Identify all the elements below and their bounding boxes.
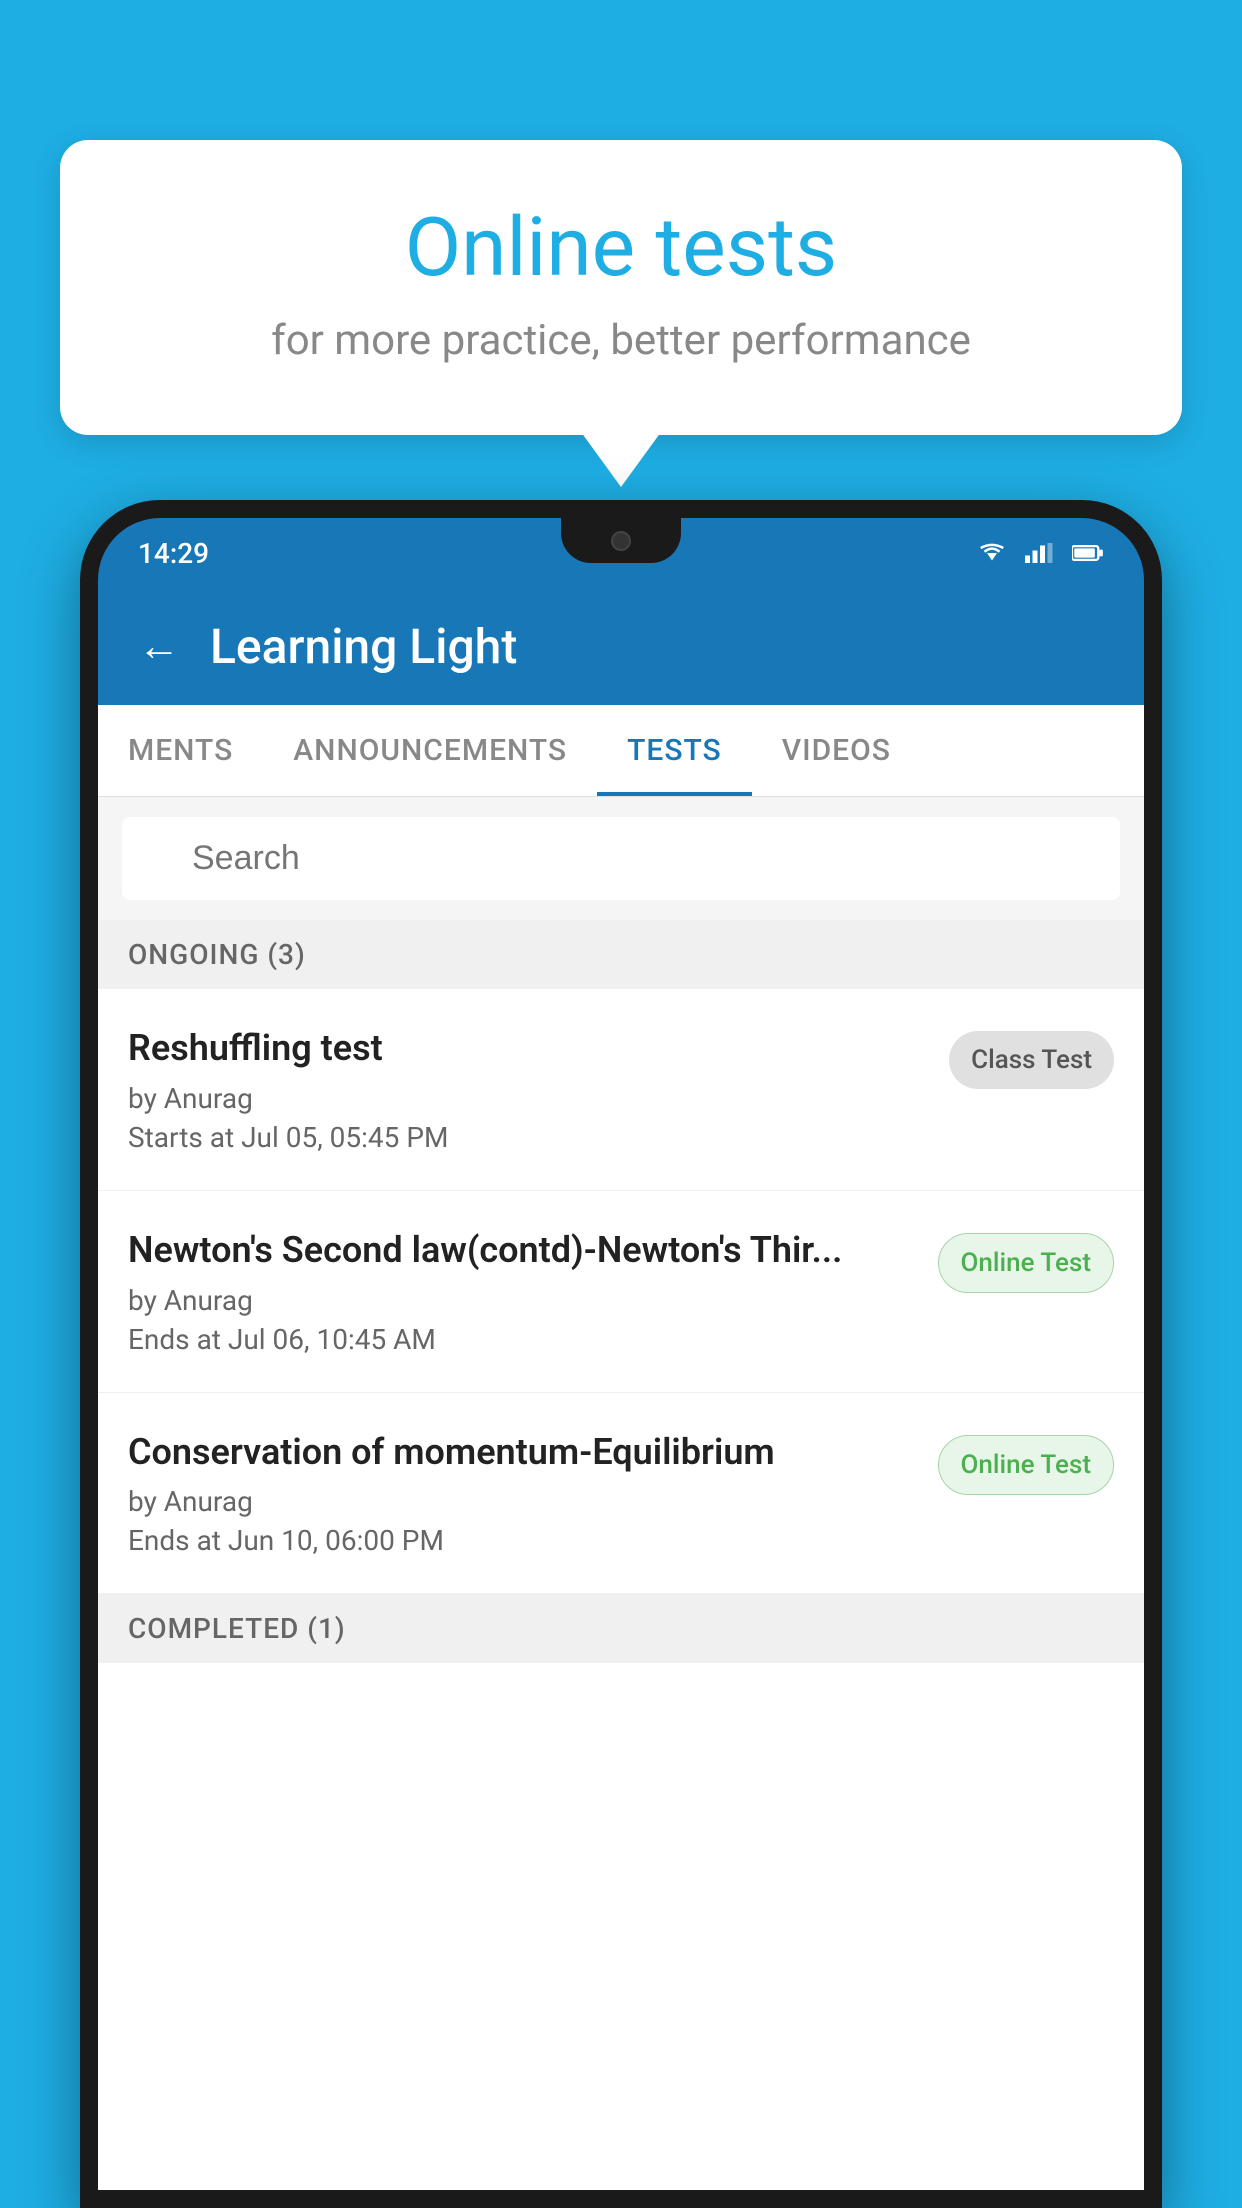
test-name: Reshuffling test [128,1025,929,1072]
signal-icon [1024,543,1056,563]
phone-frame: 14:29 ← [80,500,1162,2208]
promo-bubble: Online tests for more practice, better p… [60,140,1182,435]
phone-content: ← Learning Light MENTS ANNOUNCEMENTS TES… [98,588,1144,2190]
test-time: Ends at Jun 10, 06:00 PM [128,1524,918,1557]
status-icons [976,543,1104,563]
test-author: by Anurag [128,1082,929,1115]
test-name: Conservation of momentum-Equilibrium [128,1429,918,1476]
test-name: Newton's Second law(contd)-Newton's Thir… [128,1227,918,1274]
tab-ments[interactable]: MENTS [98,705,263,796]
search-wrapper: 🔍 [122,817,1120,900]
tab-announcements[interactable]: ANNOUNCEMENTS [263,705,597,796]
bubble-title: Online tests [140,200,1102,296]
tab-videos[interactable]: VIDEOS [752,705,921,796]
wifi-icon [976,543,1008,563]
search-container: 🔍 [98,797,1144,920]
test-badge: Online Test [938,1435,1115,1495]
test-time: Starts at Jul 05, 05:45 PM [128,1121,929,1154]
app-bar-title: Learning Light [210,618,517,675]
test-item[interactable]: Conservation of momentum-Equilibrium by … [98,1393,1144,1595]
bubble-subtitle: for more practice, better performance [140,316,1102,365]
status-bar: 14:29 [98,518,1144,588]
battery-icon [1072,543,1104,563]
camera [611,531,631,551]
tab-tests[interactable]: TESTS [597,705,752,796]
ongoing-section-header: ONGOING (3) [98,920,1144,989]
app-bar: ← Learning Light [98,588,1144,705]
back-button[interactable]: ← [138,622,180,671]
search-input[interactable] [122,817,1120,900]
test-list: Reshuffling test by Anurag Starts at Jul… [98,989,1144,2190]
test-info: Conservation of momentum-Equilibrium by … [128,1429,938,1558]
test-info: Newton's Second law(contd)-Newton's Thir… [128,1227,938,1356]
test-time: Ends at Jul 06, 10:45 AM [128,1323,918,1356]
test-author: by Anurag [128,1284,918,1317]
status-time: 14:29 [138,537,976,570]
test-badge: Online Test [938,1233,1115,1293]
phone-notch [561,518,681,563]
completed-section-header: COMPLETED (1) [98,1594,1144,1663]
test-badge: Class Test [949,1031,1114,1089]
test-author: by Anurag [128,1485,918,1518]
test-info: Reshuffling test by Anurag Starts at Jul… [128,1025,949,1154]
test-item[interactable]: Newton's Second law(contd)-Newton's Thir… [98,1191,1144,1393]
tabs-bar: MENTS ANNOUNCEMENTS TESTS VIDEOS [98,705,1144,797]
test-item[interactable]: Reshuffling test by Anurag Starts at Jul… [98,989,1144,1191]
